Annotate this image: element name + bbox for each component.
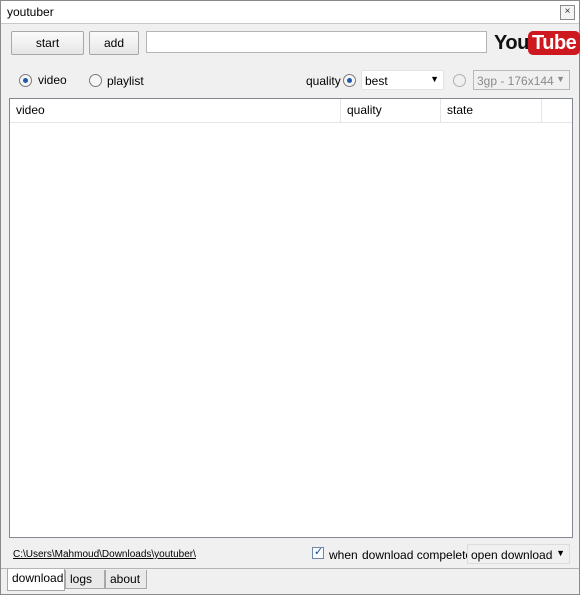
format-dropdown-value: 3gp - 176x144 (477, 74, 554, 88)
url-input[interactable] (146, 31, 487, 53)
close-button[interactable]: × (560, 5, 575, 20)
column-header-video[interactable]: video (10, 99, 341, 122)
tab-logs[interactable]: logs (65, 570, 105, 589)
video-radio[interactable] (19, 74, 32, 87)
start-button[interactable]: start (11, 31, 84, 55)
list-header: video quality state (10, 99, 572, 123)
quality-dropdown[interactable]: best ▼ (361, 70, 444, 90)
close-icon: × (564, 6, 571, 17)
quality-dropdown-value: best (365, 74, 388, 88)
when-label: when (329, 548, 358, 562)
download-path-link[interactable]: C:\Users\Mahmoud\Downloads\youtuber\ (13, 549, 196, 560)
tab-bar: download logs about (1, 568, 579, 595)
when-checkbox[interactable] (312, 545, 324, 559)
window-title: youtuber (7, 5, 54, 19)
tab-download[interactable]: download (7, 569, 65, 591)
format-dropdown[interactable]: 3gp - 176x144 ▼ (473, 70, 570, 90)
column-header-quality[interactable]: quality (341, 99, 441, 122)
completion-action-value: open downloads folder (471, 548, 553, 562)
download-complete-label: download compelete (362, 548, 473, 562)
playlist-radio[interactable] (89, 74, 102, 87)
tab-about[interactable]: about (105, 570, 147, 589)
chevron-down-icon: ▼ (556, 74, 565, 84)
chevron-down-icon: ▼ (430, 74, 439, 84)
title-bar: youtuber × (1, 1, 579, 24)
format-radio[interactable] (453, 74, 466, 87)
client-area: start add You Tube video playlist qualit… (1, 24, 580, 595)
playlist-radio-label: playlist (107, 74, 144, 88)
logo-tube-text: Tube (528, 31, 580, 55)
add-button[interactable]: add (89, 31, 139, 55)
logo-you-text: You (494, 32, 529, 54)
quality-radio[interactable] (343, 74, 356, 87)
download-list[interactable]: video quality state (9, 98, 573, 538)
chevron-down-icon: ▼ (556, 548, 565, 558)
column-header-state[interactable]: state (441, 99, 542, 122)
quality-label: quality (306, 74, 341, 88)
video-radio-label: video (38, 73, 67, 87)
app-window: youtuber × start add You Tube video play… (0, 0, 580, 595)
completion-action-dropdown[interactable]: open downloads folder ▼ (467, 544, 570, 564)
